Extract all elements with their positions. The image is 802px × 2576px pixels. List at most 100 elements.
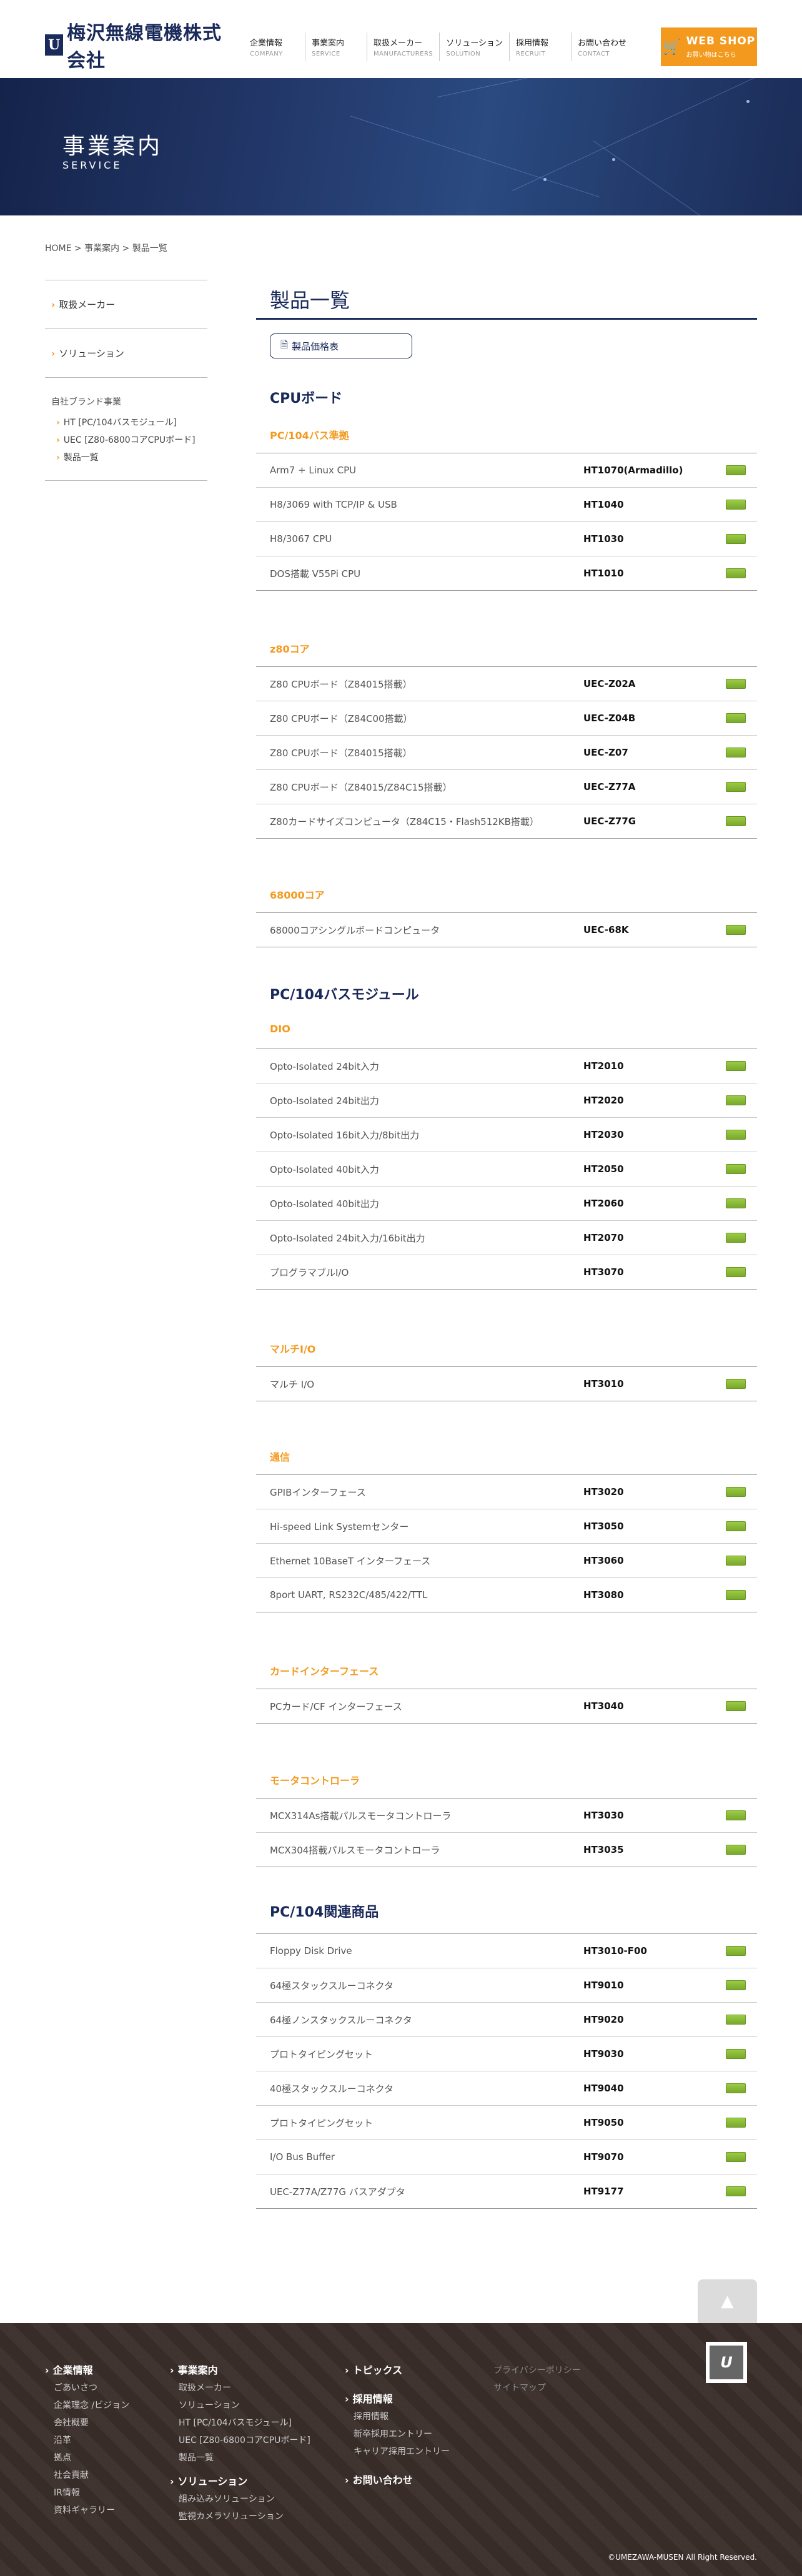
datasheet-link-icon[interactable]	[726, 534, 746, 544]
footer-heading-contact[interactable]: › お問い合わせ	[345, 2472, 450, 2489]
footer-link[interactable]: 製品一覧	[170, 2449, 310, 2467]
footer-link[interactable]: 取扱メーカー	[170, 2379, 310, 2397]
datasheet-link-icon[interactable]	[726, 1267, 746, 1277]
group-title: カードインターフェース	[270, 1666, 379, 1677]
datasheet-link-icon[interactable]	[726, 1980, 746, 1990]
footer-link[interactable]: キャリア採用エントリー	[345, 2443, 450, 2460]
footer-heading-company[interactable]: › 企業情報	[45, 2362, 129, 2379]
page-top-button[interactable]: ▲	[698, 2279, 757, 2323]
nav-solution[interactable]: ソリューション SOLUTION	[440, 32, 510, 61]
product-row: プログラマブルI/O HT3070	[256, 1255, 757, 1290]
product-code: UEC-Z77G	[583, 816, 636, 827]
datasheet-link-icon[interactable]	[726, 2049, 746, 2059]
footer-link[interactable]: 拠点	[45, 2449, 129, 2467]
footer-link[interactable]: 沿革	[45, 2432, 129, 2449]
product-row: Opto-Isolated 24bit出力 HT2020	[256, 1083, 757, 1118]
price-list-pdf-button[interactable]: 🗎 製品価格表	[270, 333, 412, 358]
datasheet-link-icon[interactable]	[726, 1521, 746, 1531]
webshop-button[interactable]: 🛒 WEB SHOP お買い物はこちら	[661, 27, 757, 66]
datasheet-link-icon[interactable]	[726, 465, 746, 475]
sidebar-item-solution[interactable]: › ソリューション	[45, 328, 207, 377]
datasheet-link-icon[interactable]	[726, 1379, 746, 1389]
footer-link[interactable]: 監視カメラソリューション	[170, 2508, 310, 2525]
breadcrumb[interactable]: HOME > 事業案内 > 製品一覧	[45, 242, 167, 254]
product-row: PCカード/CF インターフェース HT3040	[256, 1689, 757, 1724]
datasheet-link-icon[interactable]	[726, 748, 746, 758]
site-logo[interactable]: U 梅沢無線電機株式会社	[45, 22, 232, 72]
product-code: HT2020	[583, 1095, 624, 1106]
datasheet-link-icon[interactable]	[726, 782, 746, 792]
datasheet-link-icon[interactable]	[726, 679, 746, 689]
datasheet-link-icon[interactable]	[726, 2186, 746, 2196]
datasheet-link-icon[interactable]	[726, 500, 746, 510]
footer-link[interactable]: 社会貢献	[45, 2467, 129, 2484]
datasheet-link-icon[interactable]	[726, 1556, 746, 1566]
footer-link[interactable]: 会社概要	[45, 2414, 129, 2432]
datasheet-link-icon[interactable]	[726, 1487, 746, 1497]
footer-link[interactable]: UEC [Z80-6800コアCPUボード]	[170, 2432, 310, 2449]
footer-link-sitemap[interactable]: サイトマップ	[493, 2379, 581, 2397]
footer-link[interactable]: 企業理念 /ビジョン	[45, 2397, 129, 2414]
nav-company[interactable]: 企業情報 COMPANY	[244, 32, 305, 61]
footer-link[interactable]: ごあいさつ	[45, 2379, 129, 2397]
product-name: Z80 CPUボード（Z84015搭載）	[270, 678, 412, 690]
datasheet-link-icon[interactable]	[726, 2015, 746, 2025]
product-name: 40極スタックスルーコネクタ	[270, 2083, 394, 2095]
datasheet-link-icon[interactable]	[726, 1130, 746, 1140]
sidebar-subitem-label: HT [PC/104バスモジュール]	[63, 418, 177, 428]
product-row: DOS搭載 V55Pi CPU HT1010	[256, 556, 757, 591]
footer-link[interactable]: 新卒採用エントリー	[345, 2425, 450, 2443]
product-code: HT3080	[583, 1589, 624, 1601]
hero-decor-dot	[543, 178, 547, 181]
footer-link[interactable]: ソリューション	[170, 2397, 310, 2414]
nav-manufacturers[interactable]: 取扱メーカー MANUFACTURERS	[367, 32, 440, 61]
product-code: UEC-Z02A	[583, 678, 636, 689]
nav-contact[interactable]: お問い合わせ CONTACT	[572, 32, 633, 61]
hero-decor-line	[437, 78, 743, 97]
footer-heading-topics[interactable]: › トピックス	[345, 2362, 450, 2379]
sidebar-item-manufacturers[interactable]: › 取扱メーカー	[45, 280, 207, 328]
datasheet-link-icon[interactable]	[726, 1845, 746, 1855]
datasheet-link-icon[interactable]	[726, 1590, 746, 1600]
product-code: HT1030	[583, 533, 624, 545]
datasheet-link-icon[interactable]	[726, 713, 746, 723]
datasheet-link-icon[interactable]	[726, 1701, 746, 1711]
datasheet-link-icon[interactable]	[726, 925, 746, 935]
sidebar-subitem-products[interactable]: › 製品一覧	[51, 449, 207, 466]
footer-col-service: › 事業案内 取扱メーカー ソリューション HT [PC/104バスモジュール] …	[170, 2362, 310, 2525]
footer-link[interactable]: 採用情報	[345, 2408, 450, 2425]
datasheet-link-icon[interactable]	[726, 1233, 746, 1243]
footer-link[interactable]: HT [PC/104バスモジュール]	[170, 2414, 310, 2432]
datasheet-link-icon[interactable]	[726, 1198, 746, 1208]
sidebar: › 取扱メーカー › ソリューション 自社ブランド事業 › HT [PC/104バスモ…	[45, 280, 207, 481]
datasheet-link-icon[interactable]	[726, 1164, 746, 1174]
datasheet-link-icon[interactable]	[726, 1946, 746, 1956]
product-name: H8/3069 with TCP/IP & USB	[270, 499, 397, 510]
datasheet-link-icon[interactable]	[726, 1061, 746, 1071]
footer-link-privacy[interactable]: プライバシーポリシー	[493, 2362, 581, 2379]
product-name: GPIBインターフェース	[270, 1486, 366, 1498]
nav-service[interactable]: 事業案内 SERVICE	[305, 32, 367, 61]
footer-heading-recruit[interactable]: › 採用情報	[345, 2391, 450, 2408]
datasheet-link-icon[interactable]	[726, 2152, 746, 2162]
product-name: Opto-Isolated 40bit入力	[270, 1163, 379, 1175]
datasheet-link-icon[interactable]	[726, 1095, 746, 1105]
footer-link[interactable]: IR情報	[45, 2484, 129, 2502]
footer-link[interactable]: 資料ギャラリー	[45, 2502, 129, 2519]
sidebar-subitem-ht[interactable]: › HT [PC/104バスモジュール]	[51, 414, 207, 432]
product-code: HT3010-F00	[583, 1945, 647, 1957]
footer-heading-solution[interactable]: › ソリューション	[170, 2473, 310, 2490]
footer-link[interactable]: 組み込みソリューション	[170, 2490, 310, 2508]
footer-logo[interactable]: U	[706, 2342, 747, 2383]
footer-heading-service[interactable]: › 事業案内	[170, 2362, 310, 2379]
nav-recruit[interactable]: 採用情報 RECRUIT	[510, 32, 572, 61]
datasheet-link-icon[interactable]	[726, 2083, 746, 2093]
datasheet-link-icon[interactable]	[726, 568, 746, 578]
product-row: Floppy Disk Drive HT3010-F00	[256, 1934, 757, 1968]
datasheet-link-icon[interactable]	[726, 1810, 746, 1820]
datasheet-link-icon[interactable]	[726, 2118, 746, 2128]
sidebar-item-label: ソリューション	[59, 348, 124, 359]
sidebar-subitem-uec[interactable]: › UEC [Z80-6800コアCPUボード]	[51, 432, 207, 449]
product-row: MCX304搭載パルスモータコントローラ HT3035	[256, 1833, 757, 1867]
datasheet-link-icon[interactable]	[726, 816, 746, 826]
